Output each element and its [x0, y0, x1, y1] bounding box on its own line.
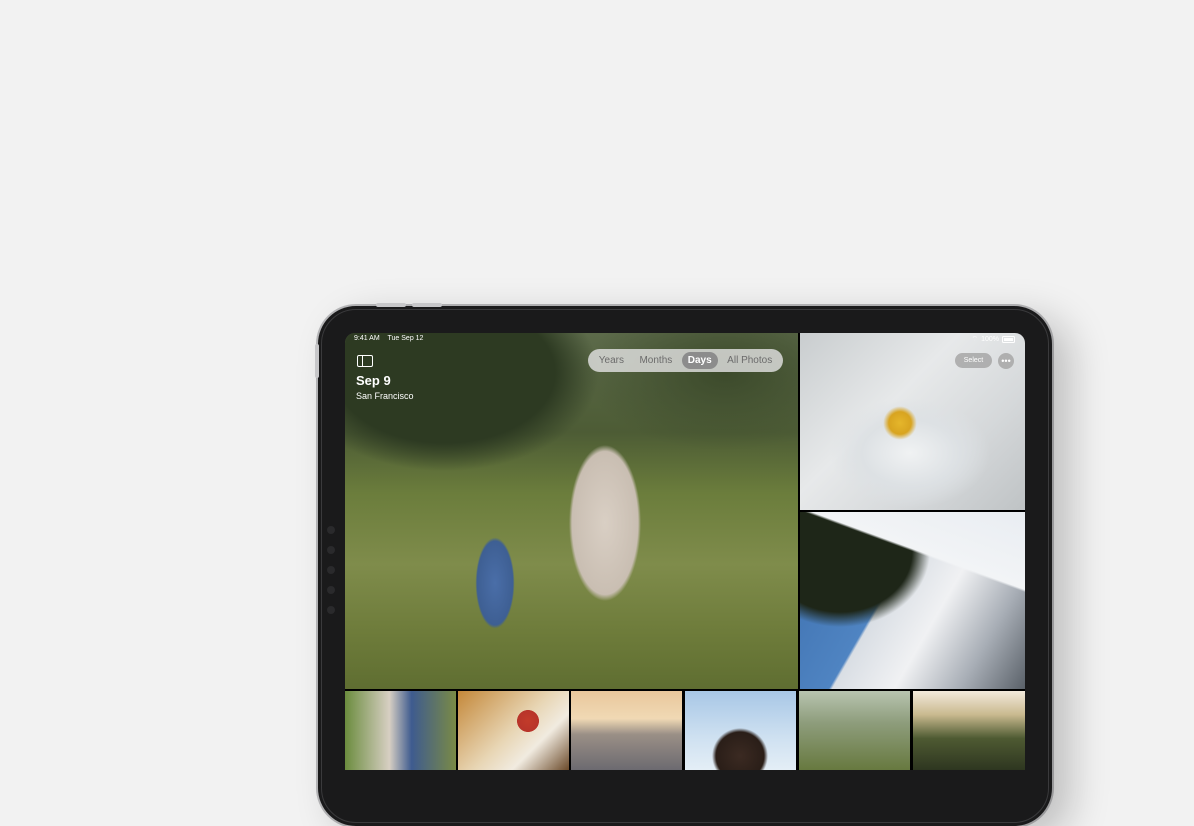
photo-thumbnail[interactable]: [799, 691, 910, 770]
photo-tile[interactable]: [800, 512, 1025, 689]
top-button: [376, 303, 406, 307]
select-button[interactable]: Select: [955, 353, 992, 368]
photo-thumbnail[interactable]: [345, 691, 456, 770]
tab-days[interactable]: Days: [681, 352, 718, 369]
photo-thumbnail[interactable]: [458, 691, 569, 770]
view-segmented-control: Years Months Days All Photos: [588, 349, 783, 372]
wifi-icon: ⌔: [971, 336, 979, 343]
battery-percent: 100%: [981, 336, 999, 343]
side-button: [315, 344, 319, 378]
photo-thumbnail[interactable]: [571, 691, 682, 770]
camera-array: [327, 526, 337, 626]
status-time: 9:41 AM: [354, 335, 380, 342]
location-subtitle: San Francisco: [356, 391, 414, 401]
photo-featured[interactable]: [345, 333, 798, 689]
sidebar-toggle-icon[interactable]: [357, 355, 373, 367]
tab-years[interactable]: Years: [593, 352, 630, 369]
tab-months[interactable]: Months: [633, 352, 678, 369]
photos-screen: 9:41 AM Tue Sep 12 ⌔ 100% Sep 9 San Fran…: [345, 333, 1025, 770]
tab-all-photos[interactable]: All Photos: [721, 352, 778, 369]
photo-thumbnail[interactable]: [913, 691, 1025, 770]
status-date: Tue Sep 12: [387, 335, 424, 342]
page-title: Sep 9: [356, 373, 391, 388]
status-bar: 9:41 AM Tue Sep 12 ⌔ 100%: [354, 335, 1015, 347]
top-button: [412, 303, 442, 307]
ellipsis-icon[interactable]: •••: [998, 353, 1014, 369]
photo-thumbnail[interactable]: [685, 691, 796, 770]
battery-icon: [1002, 336, 1015, 343]
